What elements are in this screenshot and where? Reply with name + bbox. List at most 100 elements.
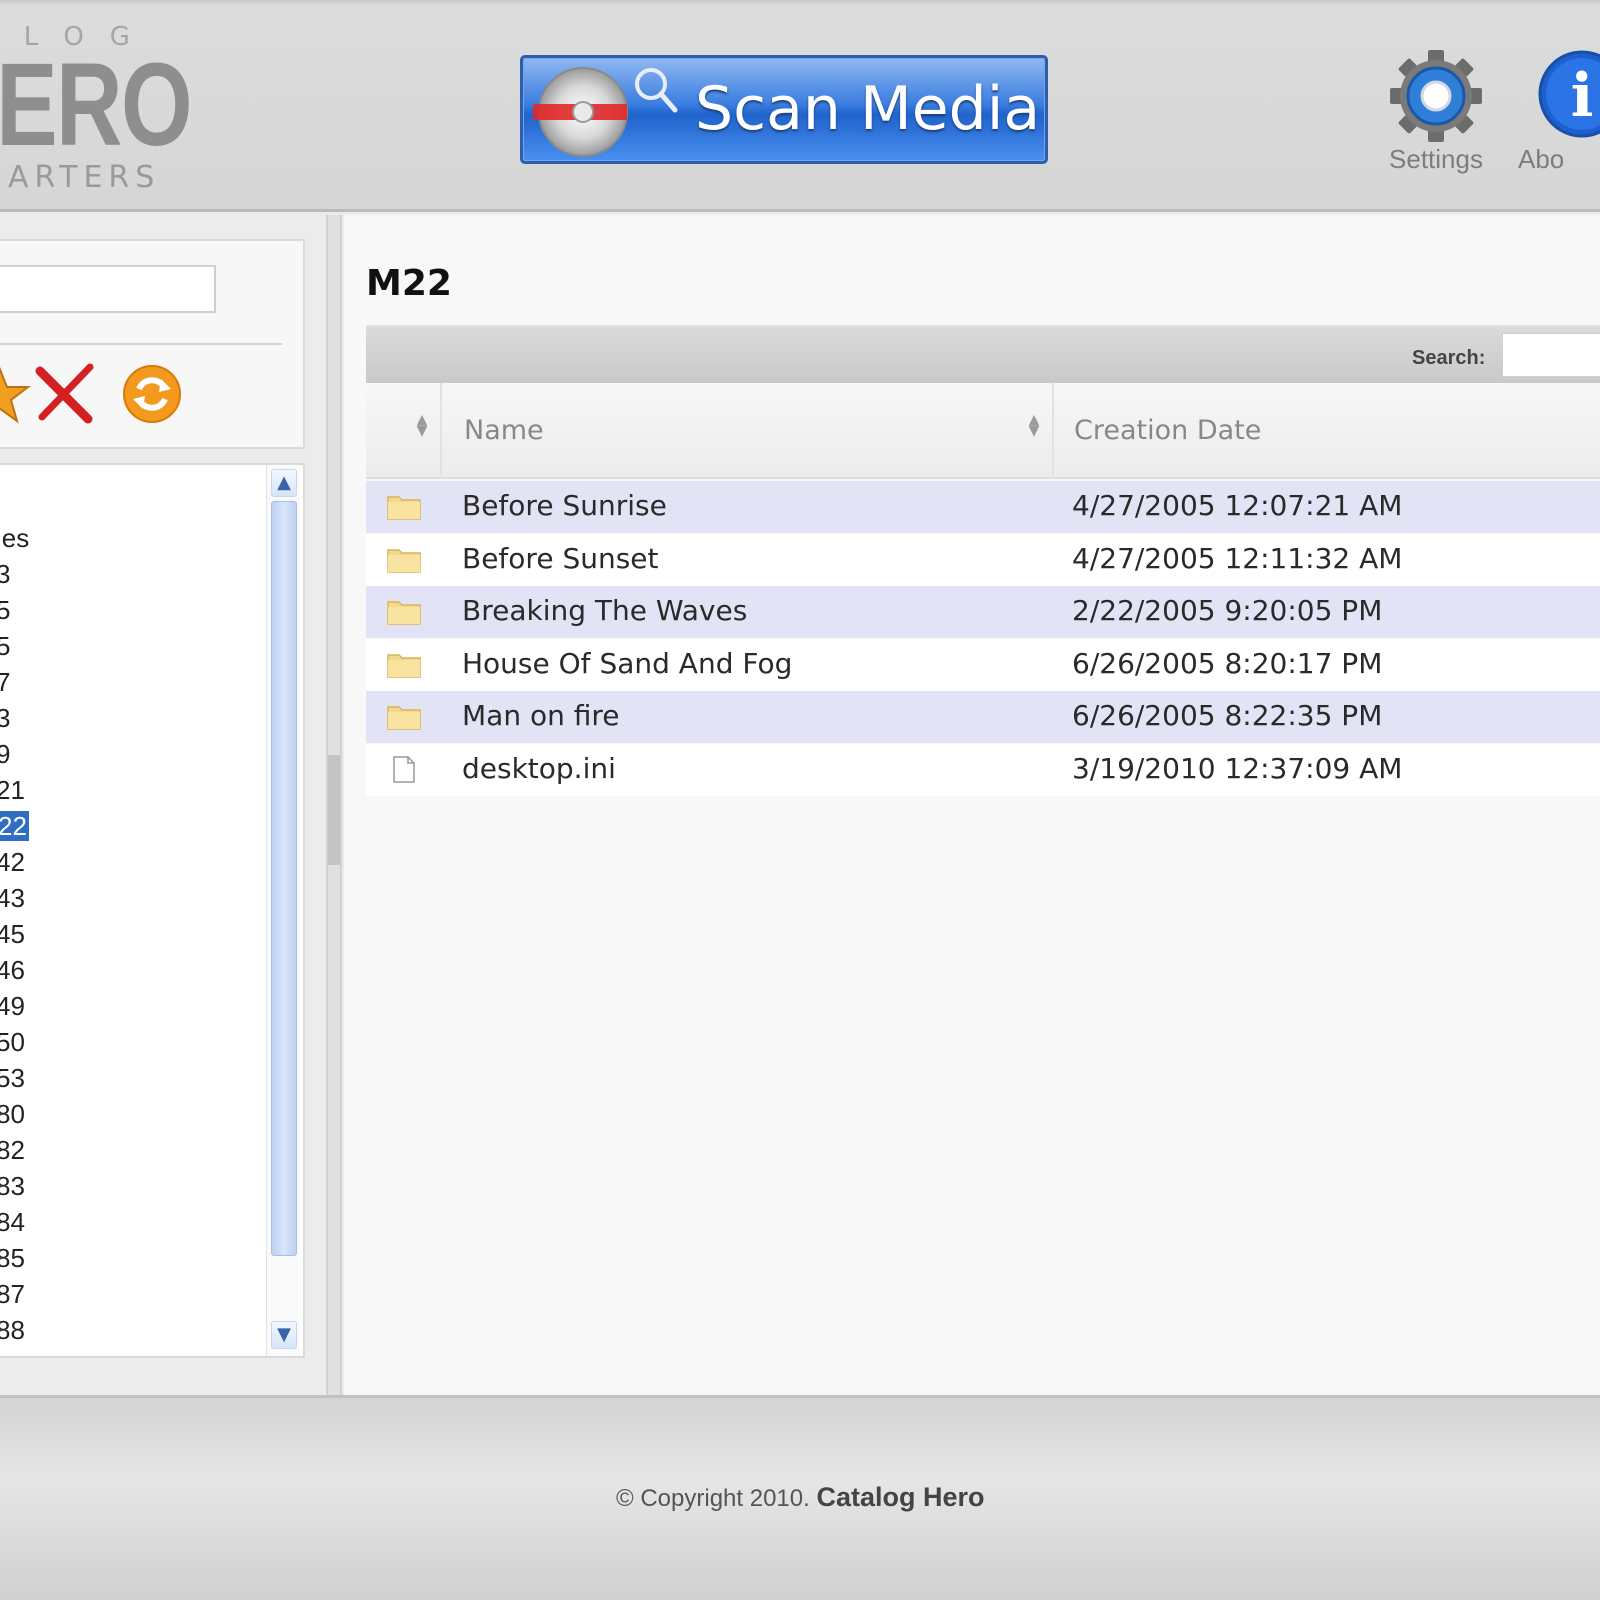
grid-header: ▲ ▼ Name ▲ ▼ Creation Date xyxy=(366,383,1600,479)
tree-item[interactable]: 49 xyxy=(0,991,25,1023)
folder-icon xyxy=(386,491,422,521)
tree-scrollbar[interactable]: ▲ ▼ xyxy=(266,465,300,1356)
column-header-creation-date[interactable]: Creation Date xyxy=(1074,415,1261,446)
row-name: Before Sunset xyxy=(462,541,659,575)
tree-item-label: 50 xyxy=(0,1027,25,1057)
svg-text:i: i xyxy=(1571,61,1594,131)
table-row[interactable]: Man on fire 6/26/2005 8:22:35 PM xyxy=(366,691,1600,744)
row-name: House Of Sand And Fog xyxy=(462,646,793,680)
tree-item[interactable]: 3 xyxy=(0,559,10,591)
row-creation-date: 2/22/2005 9:20:05 PM xyxy=(1072,594,1383,628)
tree-item[interactable]: 84 xyxy=(0,1207,25,1239)
tools-divider xyxy=(0,343,282,345)
tree-item-label: 46 xyxy=(0,955,25,985)
add-button[interactable] xyxy=(0,359,34,429)
tree-item-label: 7 xyxy=(0,667,10,697)
tree-item[interactable]: 88 xyxy=(0,1315,25,1347)
column-header-name[interactable]: Name xyxy=(464,415,544,446)
copyright-brand: Catalog Hero xyxy=(816,1482,985,1512)
about-label: Abo xyxy=(1518,144,1565,174)
tree-item-label: 88 xyxy=(0,1315,25,1345)
tree-search-input[interactable] xyxy=(0,265,216,313)
sort-icon-type[interactable]: ▲ ▼ xyxy=(416,413,428,438)
table-row[interactable]: desktop.ini 3/19/2010 12:37:09 AM xyxy=(366,744,1600,796)
cd-scan-icon xyxy=(533,67,678,157)
grid-search-label: Search: xyxy=(1412,347,1486,369)
delete-x-icon xyxy=(35,363,94,424)
settings-button[interactable]: Settings xyxy=(1376,50,1496,180)
scroll-up-button[interactable]: ▲ xyxy=(271,469,297,497)
tree-item-label: 53 xyxy=(0,1063,25,1093)
tree-item-label: 83 xyxy=(0,1171,25,1201)
tree-item[interactable]: 5 xyxy=(0,595,10,627)
file-icon xyxy=(386,754,422,784)
tree-item-label: 87 xyxy=(0,1279,25,1309)
tree-item[interactable]: 53 xyxy=(0,1063,25,1095)
tree-item-label: 43 xyxy=(0,883,25,913)
settings-label: Settings xyxy=(1389,144,1483,174)
tree-item[interactable]: 22 xyxy=(0,811,29,843)
main-panel: M22 Search: ▲ ▼ Name ▲ ▼ Creation Date Bef… xyxy=(344,215,1600,1395)
row-name: Breaking The Waves xyxy=(462,594,748,628)
tree-item[interactable]: 46 xyxy=(0,955,25,987)
table-row[interactable]: Before Sunset 4/27/2005 12:11:32 AM xyxy=(366,533,1600,586)
tree-item[interactable]: 21 xyxy=(0,775,25,807)
tree-item[interactable]: 50 xyxy=(0,1027,25,1059)
table-row[interactable]: Breaking The Waves 2/22/2005 9:20:05 PM xyxy=(366,586,1600,639)
row-creation-date: 4/27/2005 12:07:21 AM xyxy=(1072,489,1403,522)
app-header: ALOG ERO UARTERS Scan Media xyxy=(0,0,1600,212)
panel-splitter[interactable] xyxy=(326,215,342,1395)
table-row[interactable]: Before Sunrise 4/27/2005 12:07:21 AM xyxy=(366,481,1600,533)
refresh-icon xyxy=(123,365,181,423)
scroll-down-button[interactable]: ▼ xyxy=(271,1321,297,1349)
row-creation-date: 3/19/2010 12:37:09 AM xyxy=(1072,752,1403,785)
tree-item[interactable]: 43 xyxy=(0,883,25,915)
tree-item[interactable]: 80 xyxy=(0,1099,25,1131)
tree-item[interactable]: 82 xyxy=(0,1135,25,1167)
scroll-thumb[interactable] xyxy=(271,501,297,1256)
tree-item-label: 42 xyxy=(0,847,25,877)
table-row[interactable]: House Of Sand And Fog 6/26/2005 8:20:17 P… xyxy=(366,638,1600,691)
about-button[interactable]: i Abo xyxy=(1518,50,1600,180)
splitter-grip[interactable] xyxy=(328,755,340,865)
row-creation-date: 6/26/2005 8:22:35 PM xyxy=(1072,699,1383,733)
row-creation-date: 6/26/2005 8:20:17 PM xyxy=(1072,646,1383,680)
folder-icon xyxy=(386,544,422,574)
tree-item-label: 45 xyxy=(0,919,25,949)
refresh-button[interactable] xyxy=(117,359,187,429)
page-title: M22 xyxy=(366,263,452,304)
tree-item[interactable]: 3 xyxy=(0,703,10,735)
tree-item[interactable]: 85 xyxy=(0,1243,25,1275)
tree-tools-box xyxy=(0,239,305,449)
tree-item-label: 21 xyxy=(0,775,25,805)
column-separator xyxy=(440,383,442,479)
scan-media-label: Scan Media xyxy=(695,74,1041,144)
folder-icon xyxy=(386,596,422,626)
scan-media-button[interactable]: Scan Media xyxy=(520,55,1048,164)
sort-icon-name[interactable]: ▲ ▼ xyxy=(1028,413,1040,438)
tree-item[interactable]: 42 xyxy=(0,847,25,879)
logo-line3: UARTERS xyxy=(0,160,161,195)
row-name: Man on fire xyxy=(462,699,620,733)
tree-item-label: 80 xyxy=(0,1099,25,1129)
row-name: desktop.ini xyxy=(462,752,616,785)
delete-button[interactable] xyxy=(30,359,100,429)
tree-item[interactable]: 83 xyxy=(0,1171,25,1203)
copyright-notice: © Copyright 2010. xyxy=(616,1485,810,1512)
tree-item[interactable]: 5 xyxy=(0,631,10,663)
tree-item[interactable]: 45 xyxy=(0,919,25,951)
tree-item[interactable]: 7 xyxy=(0,667,10,699)
row-creation-date: 4/27/2005 12:11:32 AM xyxy=(1072,541,1403,575)
tree-item-label: 85 xyxy=(0,1243,25,1273)
tree-item[interactable]: 87 xyxy=(0,1279,25,1311)
tree-item[interactable]: 9 xyxy=(0,739,10,771)
app-logo: ALOG ERO UARTERS xyxy=(0,22,193,195)
tree-item-label: 82 xyxy=(0,1135,25,1165)
folder-tree: ies 3 5 5 7 3 9 21 22 42 43 45 46 49 50 53 80 82 83 84 85 87 8… xyxy=(0,463,305,1358)
folder-icon xyxy=(386,649,422,679)
tree-item-label: 84 xyxy=(0,1207,25,1237)
grid-toolbar: Search: xyxy=(366,325,1600,383)
copyright-text: © Copyright 2010. Catalog Hero xyxy=(616,1482,985,1513)
tree-item[interactable]: ies xyxy=(0,523,29,555)
grid-search-input[interactable] xyxy=(1502,333,1600,377)
